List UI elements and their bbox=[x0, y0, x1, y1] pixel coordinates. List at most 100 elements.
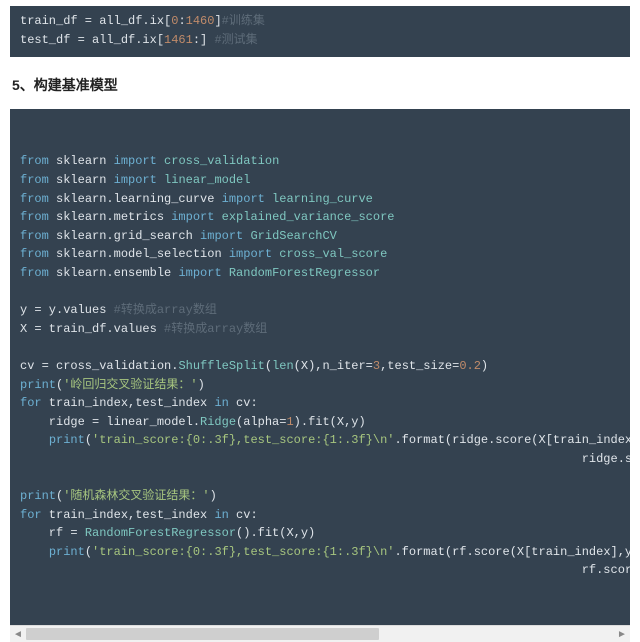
code-line bbox=[20, 468, 620, 487]
code-line: from sklearn import linear_model bbox=[20, 171, 620, 190]
code-token: import bbox=[229, 247, 272, 261]
code-line: cv = cross_validation.ShuffleSplit(len(X… bbox=[20, 357, 620, 376]
code-token: :] bbox=[193, 33, 215, 47]
code-token: from bbox=[20, 210, 49, 224]
code-token bbox=[20, 470, 27, 484]
code-token: import bbox=[114, 154, 157, 168]
code-token: linear_model bbox=[157, 173, 251, 187]
code-token: ShuffleSplit bbox=[178, 359, 264, 373]
code-token: explained_variance_score bbox=[214, 210, 394, 224]
code-token: RandomForestRegressor bbox=[222, 266, 380, 280]
code-token: ).fit(X,y) bbox=[294, 415, 366, 429]
code-token bbox=[20, 285, 27, 299]
code-block-2: from sklearn import cross_validationfrom… bbox=[10, 109, 630, 625]
code-line: print('岭回归交叉验证结果：') bbox=[20, 376, 620, 395]
code-token: print bbox=[20, 378, 56, 392]
code-line: ridge = linear_model.Ridge(alpha=1).fit(… bbox=[20, 413, 620, 432]
code-token: ().fit(X,y) bbox=[236, 526, 315, 540]
code-token: X = train_df.values bbox=[20, 322, 164, 336]
code-token: cross_val_score bbox=[272, 247, 387, 261]
code-token: train_index,test_index bbox=[42, 396, 215, 410]
code-token: ridge.score( bbox=[20, 452, 630, 466]
code-token: sklearn.grid_search bbox=[49, 229, 200, 243]
code-token: cv: bbox=[229, 396, 258, 410]
code-token: print bbox=[49, 545, 85, 559]
code-token: import bbox=[114, 173, 157, 187]
code-token: from bbox=[20, 247, 49, 261]
scrollbar-thumb[interactable] bbox=[26, 628, 379, 640]
code-token: .format(rf.score(X[train_index],y[train_… bbox=[394, 545, 630, 559]
code-token: cross_validation bbox=[157, 154, 279, 168]
code-token: from bbox=[20, 229, 49, 243]
code-token: ] bbox=[214, 14, 221, 28]
code-token: ridge = linear_model. bbox=[20, 415, 200, 429]
code-token: for bbox=[20, 396, 42, 410]
code-token: sklearn bbox=[49, 173, 114, 187]
code-token: sklearn.learning_curve bbox=[49, 192, 222, 206]
code-line: from sklearn.learning_curve import learn… bbox=[20, 190, 620, 209]
code-token: : bbox=[178, 14, 185, 28]
code-token: import bbox=[178, 266, 221, 280]
code-token: test_df = all_df.ix[ bbox=[20, 33, 164, 47]
code-line: test_df = all_df.ix[1461:] #测试集 bbox=[20, 31, 620, 50]
code-token bbox=[20, 433, 49, 447]
code-token: ( bbox=[85, 545, 92, 559]
document-root: train_df = all_df.ix[0:1460]#训练集test_df … bbox=[0, 0, 640, 642]
code-token: (alpha= bbox=[236, 415, 286, 429]
code-line: rf.score(X[t bbox=[20, 561, 620, 580]
code-token: import bbox=[171, 210, 214, 224]
code-token: from bbox=[20, 266, 49, 280]
code-token: sklearn bbox=[49, 154, 114, 168]
code-token: '岭回归交叉验证结果：' bbox=[63, 378, 197, 392]
code-token: ,test_size= bbox=[380, 359, 459, 373]
code-token: import bbox=[222, 192, 265, 206]
code-token: sklearn.metrics bbox=[49, 210, 171, 224]
code-token: ) bbox=[198, 378, 205, 392]
code-token: sklearn.model_selection bbox=[49, 247, 229, 261]
code-token: y = y.values bbox=[20, 303, 114, 317]
code-line: rf = RandomForestRegressor().fit(X,y) bbox=[20, 524, 620, 543]
code-token bbox=[20, 545, 49, 559]
code-token: ) bbox=[481, 359, 488, 373]
code-token: from bbox=[20, 192, 49, 206]
code-token: print bbox=[49, 433, 85, 447]
code-token: 1460 bbox=[186, 14, 215, 28]
code-line: from sklearn import cross_validation bbox=[20, 152, 620, 171]
code-token: '随机森林交叉验证结果：' bbox=[63, 489, 209, 503]
code-token: (X),n_iter= bbox=[294, 359, 373, 373]
code-token: sklearn.ensemble bbox=[49, 266, 179, 280]
code-token: in bbox=[214, 396, 228, 410]
code-token: cv = cross_validation. bbox=[20, 359, 178, 373]
code-token: 1 bbox=[286, 415, 293, 429]
code-line: from sklearn.model_selection import cros… bbox=[20, 245, 620, 264]
code-token: #测试集 bbox=[214, 33, 257, 47]
code-line: y = y.values #转换成array数组 bbox=[20, 301, 620, 320]
code-token: rf = bbox=[20, 526, 85, 540]
code-token: import bbox=[200, 229, 243, 243]
code-line: print('train_score:{0:.3f},test_score:{1… bbox=[20, 543, 620, 562]
code-token: for bbox=[20, 508, 42, 522]
scroll-left-arrow-icon[interactable]: ◄ bbox=[10, 626, 26, 642]
code-token: train_index,test_index bbox=[42, 508, 215, 522]
code-line: for train_index,test_index in cv: bbox=[20, 394, 620, 413]
code-token: 1461 bbox=[164, 33, 193, 47]
scroll-right-arrow-icon[interactable]: ► bbox=[614, 626, 630, 642]
code-token: 'train_score:{0:.3f},test_score:{1:.3f}\… bbox=[92, 545, 394, 559]
code-block-1: train_df = all_df.ix[0:1460]#训练集test_df … bbox=[10, 6, 630, 57]
code-token: 0.2 bbox=[459, 359, 481, 373]
code-token: RandomForestRegressor bbox=[85, 526, 236, 540]
code-line bbox=[20, 338, 620, 357]
code-token: in bbox=[214, 508, 228, 522]
horizontal-scrollbar[interactable]: ◄ ► bbox=[10, 625, 630, 642]
code-token: Ridge bbox=[200, 415, 236, 429]
code-token: #转换成array数组 bbox=[164, 322, 267, 336]
code-token bbox=[20, 340, 27, 354]
code-line: train_df = all_df.ix[0:1460]#训练集 bbox=[20, 12, 620, 31]
code-token: rf.score(X[t bbox=[20, 563, 630, 577]
code-token: ) bbox=[210, 489, 217, 503]
code-line: ridge.score( bbox=[20, 450, 620, 469]
scrollbar-track[interactable] bbox=[26, 626, 614, 642]
code-token: #训练集 bbox=[222, 14, 265, 28]
code-token: len bbox=[272, 359, 294, 373]
code-token: cv: bbox=[229, 508, 258, 522]
